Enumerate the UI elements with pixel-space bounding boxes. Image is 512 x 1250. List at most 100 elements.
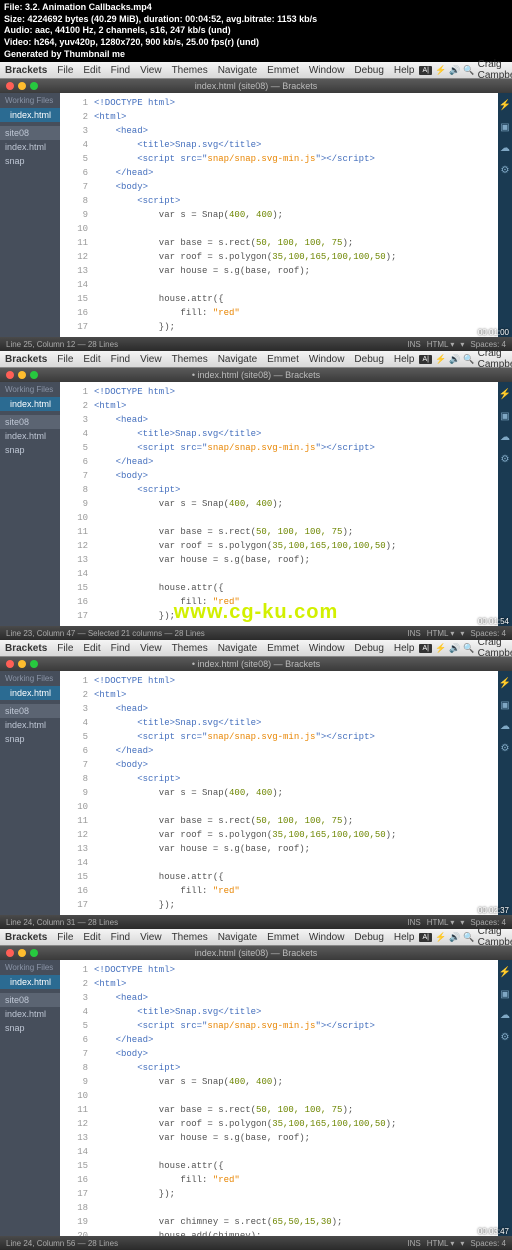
menu-file[interactable]: File — [52, 932, 78, 943]
search-icon[interactable]: 🔍 — [463, 643, 474, 654]
sidebar-file-index[interactable]: index.html — [0, 686, 60, 700]
close-icon[interactable] — [6, 660, 14, 668]
gear-icon[interactable]: ⚙ — [501, 742, 510, 758]
status-lang[interactable]: HTML ▾ — [427, 1239, 455, 1248]
extension-icon[interactable]: ▣ — [500, 988, 509, 1004]
menu-edit[interactable]: Edit — [78, 65, 105, 76]
gear-icon[interactable]: ⚙ — [501, 164, 510, 180]
search-icon[interactable]: 🔍 — [463, 354, 474, 365]
extension-icon[interactable]: ▣ — [500, 699, 509, 715]
menu-themes[interactable]: Themes — [167, 932, 213, 943]
menu-navigate[interactable]: Navigate — [213, 932, 262, 943]
menu-window[interactable]: Window — [304, 643, 350, 654]
sidebar-item[interactable]: index.html — [0, 140, 60, 154]
search-icon[interactable]: 🔍 — [463, 932, 474, 943]
zoom-icon[interactable] — [30, 82, 38, 90]
menu-file[interactable]: File — [52, 65, 78, 76]
menu-file[interactable]: File — [52, 354, 78, 365]
menu-file[interactable]: File — [52, 643, 78, 654]
volume-icon[interactable]: 🔊 — [449, 932, 460, 943]
menu-window[interactable]: Window — [304, 932, 350, 943]
menu-find[interactable]: Find — [106, 932, 135, 943]
sidebar-file-index[interactable]: index.html — [0, 397, 60, 411]
menu-debug[interactable]: Debug — [349, 932, 388, 943]
live-preview-icon[interactable]: ⚡ — [499, 966, 511, 982]
menu-view[interactable]: View — [135, 65, 167, 76]
minimize-icon[interactable] — [18, 82, 26, 90]
cloud-icon[interactable]: ☁ — [500, 1009, 510, 1025]
sidebar-folder[interactable]: site08 — [0, 704, 60, 718]
code-editor[interactable]: 1234567891011121314151617181920212223242… — [60, 93, 512, 337]
wifi-icon[interactable]: ⚡ — [435, 643, 446, 654]
extension-icon[interactable]: ▣ — [500, 410, 509, 426]
sidebar-folder[interactable]: site08 — [0, 993, 60, 1007]
sidebar-item[interactable]: index.html — [0, 1007, 60, 1021]
zoom-icon[interactable] — [30, 949, 38, 957]
live-preview-icon[interactable]: ⚡ — [499, 99, 511, 115]
sidebar-item[interactable]: snap — [0, 154, 60, 168]
cloud-icon[interactable]: ☁ — [500, 142, 510, 158]
menu-help[interactable]: Help — [389, 643, 420, 654]
gear-icon[interactable]: ⚙ — [501, 1031, 510, 1047]
minimize-icon[interactable] — [18, 660, 26, 668]
wifi-icon[interactable]: ⚡ — [435, 354, 446, 365]
menu-emmet[interactable]: Emmet — [262, 354, 304, 365]
menu-navigate[interactable]: Navigate — [213, 354, 262, 365]
sidebar-file-index[interactable]: index.html — [0, 108, 60, 122]
close-icon[interactable] — [6, 949, 14, 957]
menu-debug[interactable]: Debug — [349, 643, 388, 654]
zoom-icon[interactable] — [30, 660, 38, 668]
live-preview-icon[interactable]: ⚡ — [499, 677, 511, 693]
app-name[interactable]: Brackets — [0, 643, 52, 654]
sidebar-folder[interactable]: site08 — [0, 126, 60, 140]
wifi-icon[interactable]: ⚡ — [435, 65, 446, 76]
menu-find[interactable]: Find — [106, 354, 135, 365]
minimize-icon[interactable] — [18, 949, 26, 957]
menu-help[interactable]: Help — [389, 354, 420, 365]
status-ins[interactable]: INS — [407, 1239, 420, 1248]
menu-edit[interactable]: Edit — [78, 354, 105, 365]
cloud-icon[interactable]: ☁ — [500, 431, 510, 447]
sidebar-item[interactable]: snap — [0, 1021, 60, 1035]
user-name[interactable]: Craig Campbell — [478, 348, 512, 370]
live-preview-icon[interactable]: ⚡ — [499, 388, 511, 404]
menu-themes[interactable]: Themes — [167, 643, 213, 654]
user-name[interactable]: Craig Campbell — [478, 926, 512, 948]
volume-icon[interactable]: 🔊 — [449, 643, 460, 654]
sidebar-item[interactable]: index.html — [0, 429, 60, 443]
code-editor[interactable]: 1234567891011121314151617181920212223242… — [60, 671, 512, 915]
cloud-icon[interactable]: ☁ — [500, 720, 510, 736]
sidebar-file-index[interactable]: index.html — [0, 975, 60, 989]
sidebar-item[interactable]: index.html — [0, 718, 60, 732]
sidebar-folder[interactable]: site08 — [0, 415, 60, 429]
menu-view[interactable]: View — [135, 932, 167, 943]
extension-icon[interactable]: ▣ — [500, 121, 509, 137]
menu-themes[interactable]: Themes — [167, 354, 213, 365]
menu-find[interactable]: Find — [106, 65, 135, 76]
menu-edit[interactable]: Edit — [78, 932, 105, 943]
menu-help[interactable]: Help — [389, 932, 420, 943]
menu-debug[interactable]: Debug — [349, 65, 388, 76]
volume-icon[interactable]: 🔊 — [449, 354, 460, 365]
code-editor[interactable]: 1234567891011121314151617181920212223242… — [60, 960, 512, 1236]
menu-debug[interactable]: Debug — [349, 354, 388, 365]
wifi-icon[interactable]: ⚡ — [435, 932, 446, 943]
status-spaces[interactable]: Spaces: 4 — [470, 1239, 506, 1248]
search-icon[interactable]: 🔍 — [463, 65, 474, 76]
menu-navigate[interactable]: Navigate — [213, 65, 262, 76]
user-name[interactable]: Craig Campbell — [478, 59, 512, 81]
app-name[interactable]: Brackets — [0, 932, 52, 943]
app-name[interactable]: Brackets — [0, 354, 52, 365]
menu-edit[interactable]: Edit — [78, 643, 105, 654]
zoom-icon[interactable] — [30, 371, 38, 379]
menu-find[interactable]: Find — [106, 643, 135, 654]
menu-view[interactable]: View — [135, 354, 167, 365]
sidebar-item[interactable]: snap — [0, 443, 60, 457]
menu-emmet[interactable]: Emmet — [262, 932, 304, 943]
volume-icon[interactable]: 🔊 — [449, 65, 460, 76]
menu-emmet[interactable]: Emmet — [262, 643, 304, 654]
status-arrow[interactable]: ▾ — [460, 1239, 464, 1248]
menu-window[interactable]: Window — [304, 354, 350, 365]
gear-icon[interactable]: ⚙ — [501, 453, 510, 469]
code-editor[interactable]: 1234567891011121314151617181920212223242… — [60, 382, 512, 626]
